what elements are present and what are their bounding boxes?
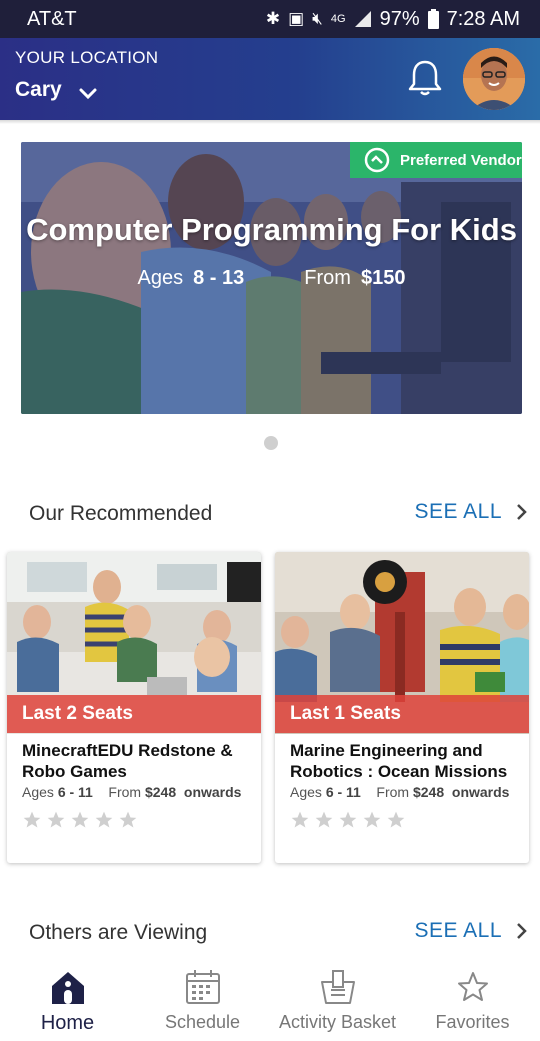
system-icons: ✱ ▣ 🔇︎ 4G 97% 7:28 AM	[266, 8, 520, 31]
chevron-down-icon[interactable]	[78, 87, 98, 101]
carousel-dot[interactable]	[264, 436, 278, 450]
bell-icon[interactable]	[406, 58, 444, 98]
basket-icon	[320, 970, 355, 1004]
nav-item-schedule[interactable]: Schedule	[135, 962, 270, 1041]
battery-icon	[427, 9, 439, 29]
from-label: From	[108, 784, 142, 800]
activity-card[interactable]: Last 2 Seats MinecraftEDU Redstone & Rob…	[7, 552, 261, 863]
banner-title: Computer Programming For Kids	[26, 212, 517, 247]
clock: 7:28 AM	[446, 7, 520, 30]
ages-label: Ages	[137, 267, 184, 289]
activity-card[interactable]: Last 1 Seats Marine Engineering and Robo…	[275, 552, 529, 863]
others-section-header: Others are Viewing SEE ALL	[0, 919, 540, 951]
star-icon	[71, 811, 89, 828]
nav-label: Schedule	[164, 1012, 241, 1032]
star-icon	[457, 972, 488, 1001]
star-icon	[339, 811, 357, 828]
signal-icon	[354, 11, 371, 27]
see-all-button[interactable]: SEE ALL	[414, 500, 528, 524]
star-icon	[119, 811, 137, 828]
ages-value: 8 - 13	[193, 267, 245, 289]
ages-value: 6 - 11	[57, 784, 93, 800]
nav-label: Home	[40, 1012, 95, 1034]
battery-percent: 97%	[379, 7, 420, 30]
nfc-icon: ▣	[288, 9, 305, 28]
location-header: YOUR LOCATION Cary	[0, 38, 540, 120]
price-suffix: onwards	[451, 784, 510, 800]
chevron-right-icon	[517, 504, 527, 520]
seats-badge: Last 1 Seats	[275, 695, 529, 733]
see-all-button[interactable]: SEE ALL	[414, 919, 528, 943]
nav-label: Favorites	[435, 1012, 510, 1032]
star-icon	[315, 811, 333, 828]
chevron-right-icon	[517, 923, 527, 939]
star-icon	[291, 811, 309, 828]
header-shadow	[0, 120, 540, 124]
star-icon	[47, 811, 65, 828]
bluetooth-icon: ✱	[265, 9, 281, 28]
activity-info: Ages 6 - 11 From $248 onwards	[22, 784, 241, 800]
network-type: 4G	[330, 13, 346, 25]
from-label: From	[304, 267, 351, 289]
location-label: YOUR LOCATION	[15, 48, 159, 67]
mute-icon: 🔇︎	[312, 9, 323, 28]
star-icon	[387, 811, 405, 828]
nav-item-favorites[interactable]: Favorites	[405, 962, 540, 1041]
preferred-vendor-badge: Preferred Vendor	[350, 142, 522, 178]
activity-name: Marine Engineering and Robotics : Ocean …	[290, 741, 508, 781]
price-value: $248	[144, 784, 177, 800]
star-icon	[95, 811, 113, 828]
avatar[interactable]	[463, 48, 525, 110]
section-title: Our Recommended	[29, 502, 213, 525]
banner-meta: Ages 8 - 13 From $150	[21, 267, 522, 290]
rating-stars[interactable]	[22, 810, 138, 830]
see-all-label: SEE ALL	[414, 500, 502, 523]
recommended-section-header: Our Recommended SEE ALL	[0, 500, 540, 532]
star-icon	[363, 811, 381, 828]
location-city[interactable]: Cary	[15, 78, 62, 102]
carrier-name: AT&T	[27, 7, 77, 30]
rating-stars[interactable]	[290, 810, 406, 830]
activity-info: Ages 6 - 11 From $248 onwards	[290, 784, 509, 800]
badge-label: Preferred Vendor	[400, 151, 522, 169]
nav-item-home[interactable]: Home	[0, 962, 135, 1041]
star-icon	[23, 811, 41, 828]
see-all-label: SEE ALL	[414, 919, 502, 942]
price-value: $150	[360, 267, 406, 289]
section-title: Others are Viewing	[29, 921, 208, 944]
seats-badge: Last 2 Seats	[7, 695, 261, 733]
price-suffix: onwards	[183, 784, 242, 800]
status-bar: AT&T ✱ ▣ 🔇︎ 4G 97% 7:28 AM	[0, 0, 540, 38]
bottom-nav: Home Schedule Activity Basket Favorites	[0, 962, 540, 1041]
vendor-icon	[364, 147, 390, 173]
home-icon	[51, 972, 84, 1004]
calendar-icon	[185, 970, 220, 1004]
ages-label: Ages	[22, 784, 54, 800]
from-label: From	[376, 784, 410, 800]
activity-name: MinecraftEDU Redstone & Robo Games	[22, 741, 233, 781]
price-value: $248	[412, 784, 445, 800]
ages-value: 6 - 11	[325, 784, 361, 800]
nav-label: Activity Basket	[278, 1012, 397, 1032]
nav-item-activity-basket[interactable]: Activity Basket	[270, 962, 405, 1041]
featured-banner[interactable]: Preferred Vendor Computer Programming Fo…	[21, 142, 522, 414]
ages-label: Ages	[290, 784, 322, 800]
